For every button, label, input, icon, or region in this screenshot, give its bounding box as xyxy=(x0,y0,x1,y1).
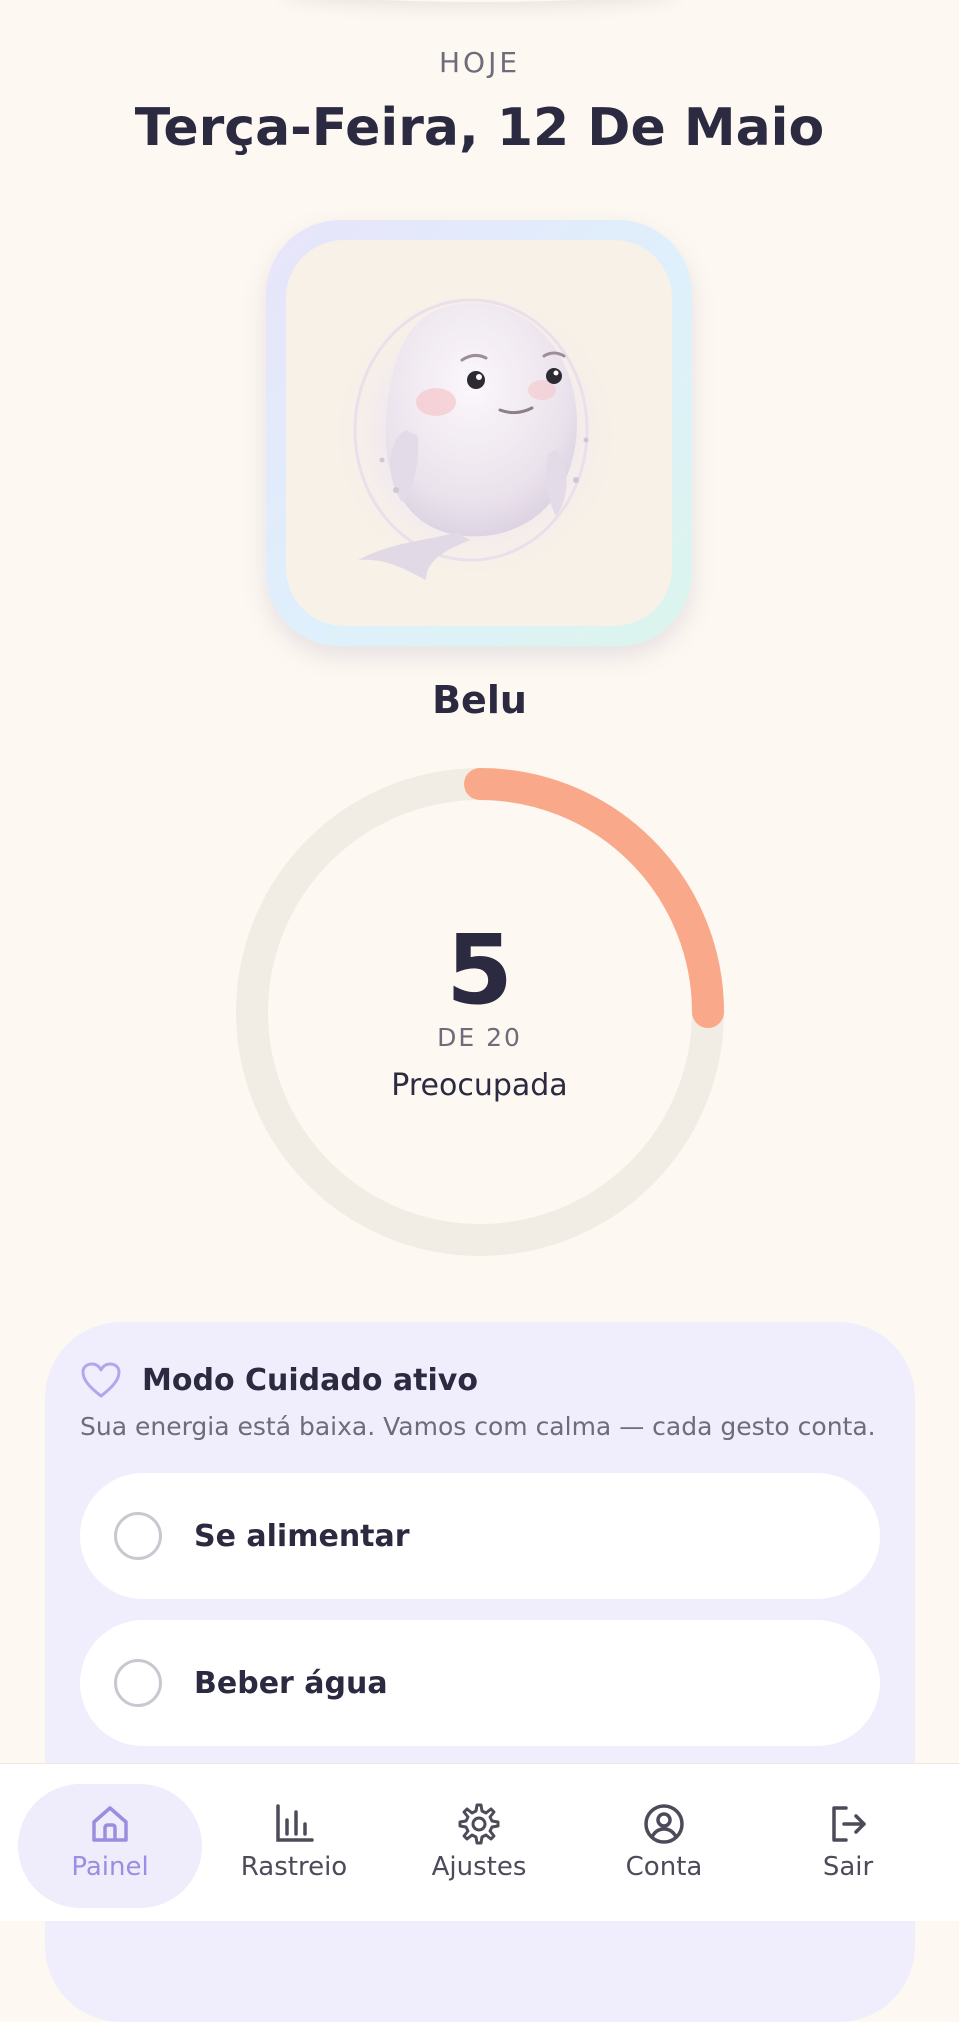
task-item[interactable]: Beber água xyxy=(80,1620,880,1746)
logout-icon xyxy=(832,1806,866,1842)
home-icon xyxy=(92,1806,128,1842)
energy-total: DE 20 xyxy=(437,1023,522,1052)
care-mode-title: Modo Cuidado ativo xyxy=(142,1362,478,1398)
date-eyebrow: HOJE xyxy=(438,46,521,79)
nav-item-sair[interactable]: Sair xyxy=(756,1784,940,1908)
task-checkbox[interactable] xyxy=(114,1512,162,1560)
user-circle-icon xyxy=(644,1804,684,1844)
nav-item-conta[interactable]: Conta xyxy=(572,1784,756,1908)
bottom-navigation: Painel Rastreio Ajustes Conta Sair xyxy=(0,1763,959,1921)
nav-label: Sair xyxy=(822,1852,874,1882)
task-label: Se alimentar xyxy=(194,1518,410,1554)
nav-item-ajustes[interactable]: Ajustes xyxy=(387,1784,571,1908)
bar-chart-icon xyxy=(276,1804,314,1842)
care-mode-description: Sua energia está baixa. Vamos com calma … xyxy=(80,1412,876,1441)
nav-item-rastreio[interactable]: Rastreio xyxy=(202,1784,386,1908)
nav-item-painel[interactable]: Painel xyxy=(18,1784,202,1908)
page-title: Terça-Feira, 12 De Maio xyxy=(134,98,825,158)
task-item[interactable]: Se alimentar xyxy=(80,1473,880,1599)
nav-label: Ajustes xyxy=(431,1852,527,1882)
gear-icon xyxy=(458,1803,500,1845)
beluga-illustration xyxy=(326,285,626,585)
task-label: Beber água xyxy=(194,1665,388,1701)
pet-avatar-frame[interactable] xyxy=(266,220,692,646)
pet-name: Belu xyxy=(432,678,527,722)
task-checkbox[interactable] xyxy=(114,1659,162,1707)
pet-illustration xyxy=(286,240,672,626)
care-mode-header: Modo Cuidado ativo xyxy=(80,1358,478,1402)
nav-label: Conta xyxy=(625,1852,703,1882)
heart-outline-icon xyxy=(81,1362,121,1398)
energy-value: 5 xyxy=(446,914,513,1026)
top-shadow xyxy=(280,0,680,2)
nav-label: Rastreio xyxy=(240,1852,348,1882)
mood-label: Preocupada xyxy=(391,1068,568,1103)
nav-label: Painel xyxy=(71,1852,149,1882)
